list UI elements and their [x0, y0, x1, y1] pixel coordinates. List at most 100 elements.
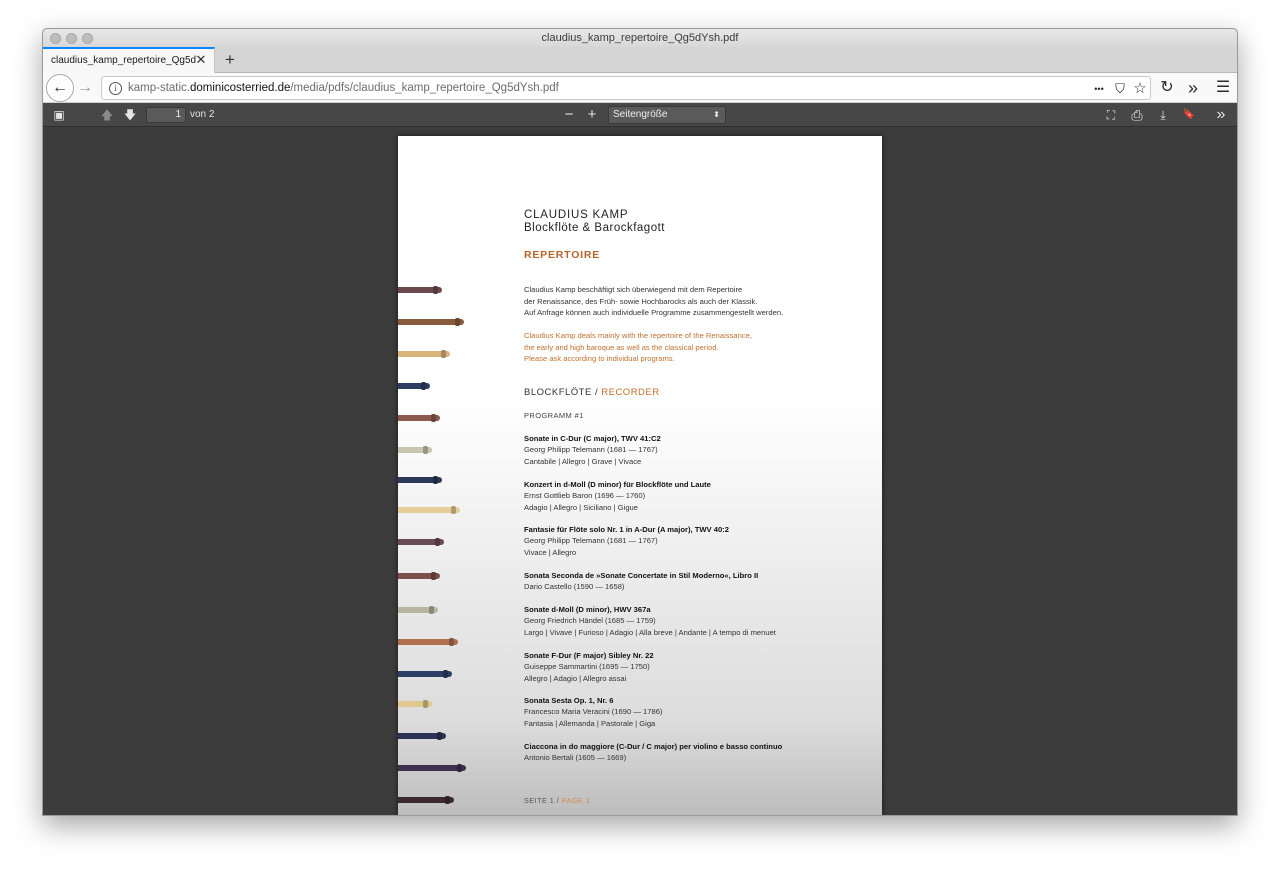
url-bar[interactable]: i kamp-static.dominicosterried.de/media/…	[101, 76, 1151, 100]
close-tab-icon[interactable]: ✕	[194, 52, 208, 68]
document-heading: REPERTOIRE	[524, 249, 601, 261]
work-entry: Sonate in C-Dur (C major), TWV 41:C2 Geo…	[524, 433, 661, 467]
work-composer: Guiseppe Sammartini (1695 — 1750)	[524, 662, 650, 672]
intro-german-line: Claudius Kamp beschäftigt sich überwiege…	[524, 285, 743, 294]
page-number-input[interactable]: 1	[146, 107, 186, 123]
tools-icon[interactable]: »	[1211, 106, 1231, 124]
bookmark-star-icon[interactable]: ☆	[1130, 80, 1150, 98]
recorder-illustration	[398, 507, 460, 513]
zoom-out-button[interactable]: −	[559, 106, 579, 124]
intro-german-line: Auf Anfrage können auch individuelle Pro…	[524, 308, 784, 317]
intro-english-line: the early and high baroque as well as th…	[524, 342, 719, 352]
window-title: claudius_kamp_repertoire_Qg5dYsh.pdf	[541, 32, 739, 44]
work-title: Sonate d-Moll (D minor), HWV 367a	[524, 605, 651, 614]
new-tab-button[interactable]: +	[219, 49, 241, 71]
zoom-select[interactable]: Seitengröße ⬍	[608, 106, 726, 124]
work-composer: Georg Friedrich Händel (1685 — 1759)	[524, 616, 656, 626]
recorder-illustration	[398, 701, 432, 707]
zoom-value: Seitengröße	[613, 109, 668, 120]
url-domain: dominicosterried.de	[190, 82, 291, 94]
recorder-illustration	[398, 765, 466, 771]
work-movements: Vivace | Allegro	[524, 547, 577, 557]
work-title: Ciaccona in do maggiore (C-Dur / C major…	[524, 742, 783, 751]
forward-button[interactable]: →	[73, 76, 97, 100]
title-bar: claudius_kamp_repertoire_Qg5dYsh.pdf	[43, 29, 1237, 49]
work-movements: Largo | Vivave | Furioso | Adagio | Alla…	[524, 627, 776, 637]
recorder-illustration	[398, 573, 440, 579]
work-composer: Ernst Gottlieb Baron (1696 — 1760)	[524, 491, 646, 501]
intro-german: Claudius Kamp beschäftigt sich überwiege…	[524, 284, 783, 319]
section-heading-en: RECORDER	[601, 387, 660, 398]
select-arrows-icon: ⬍	[713, 110, 720, 119]
url-path: /media/pdfs/claudius_kamp_repertoire_Qg5…	[290, 82, 559, 94]
intro-english: Claudius Kamp deals mainly with the repe…	[524, 330, 752, 365]
download-icon[interactable]: ⤓	[1153, 106, 1173, 124]
url-text[interactable]: kamp-static.dominicosterried.de/media/pd…	[128, 82, 559, 94]
work-movements: Adagio | Allegro | Siciliano | Gigue	[524, 502, 638, 512]
previous-page-button[interactable]: 🡅	[97, 106, 117, 124]
document-subtitle: Blockflöte & Barockfagott	[524, 222, 665, 234]
work-composer: Georg Philipp Telemann (1681 — 1767)	[524, 536, 658, 546]
page-footer-de: SEITE 1 /	[524, 796, 562, 805]
recorder-illustration	[398, 383, 430, 389]
tab-pdf[interactable]: claudius_kamp_repertoire_Qg5dYsh.pdf ✕	[43, 47, 215, 73]
recorder-illustration	[398, 607, 438, 613]
section-heading-de: BLOCKFLÖTE /	[524, 387, 602, 398]
page-actions-icon[interactable]: •••	[1088, 80, 1110, 98]
intro-german-line: der Renaissance, des Früh- sowie Hochbar…	[524, 296, 758, 306]
pocket-icon[interactable]: ⛉	[1110, 80, 1130, 98]
navigation-bar: ← → i kamp-static.dominicosterried.de/me…	[43, 73, 1237, 103]
work-title: Sonate F-Dur (F major) Sibley Nr. 22	[524, 651, 654, 660]
recorder-illustration	[398, 477, 442, 483]
work-entry: Sonate F-Dur (F major) Sibley Nr. 22 Gui…	[524, 650, 654, 684]
work-entry: Sonate d-Moll (D minor), HWV 367a Georg …	[524, 604, 776, 638]
recorder-illustration	[398, 351, 450, 357]
tab-label: claudius_kamp_repertoire_Qg5dYsh.pdf	[51, 55, 197, 66]
work-movements: Cantabile | Allegro | Grave | Vivace	[524, 456, 642, 466]
program-label: PROGRAMM #1	[524, 411, 584, 420]
work-title: Sonata Sesta Op. 1, Nr. 6	[524, 696, 614, 705]
presentation-mode-icon[interactable]: ⛶	[1101, 106, 1121, 124]
pdf-viewer[interactable]: CLAUDIUS KAMP Blockflöte & Barockfagott …	[43, 127, 1237, 815]
work-composer: Antonio Bertali (1605 — 1669)	[524, 753, 627, 763]
sidebar-toggle-icon[interactable]: ▣	[49, 106, 69, 124]
work-title: Fantasie für Flöte solo Nr. 1 in A-Dur (…	[524, 525, 729, 534]
info-icon[interactable]: i	[109, 82, 122, 95]
work-entry: Fantasie für Flöte solo Nr. 1 in A-Dur (…	[524, 524, 729, 558]
work-entry: Ciaccona in do maggiore (C-Dur / C major…	[524, 741, 782, 764]
pdf-page: CLAUDIUS KAMP Blockflöte & Barockfagott …	[398, 136, 882, 815]
work-composer: Francesco Maria Veracini (1690 — 1786)	[524, 707, 663, 717]
recorder-illustration	[398, 733, 446, 739]
recorder-illustration	[398, 797, 454, 803]
pdf-toolbar: ▣ 🡅 🡇 1 von 2 − + Seitengröße ⬍ ⛶ ⎙ ⤓ 🔖 …	[43, 103, 1237, 127]
page-count: von 2	[190, 109, 215, 120]
back-button[interactable]: ←	[46, 74, 74, 102]
bookmark-icon[interactable]: 🔖	[1179, 106, 1199, 124]
work-title: Sonata Seconda de »Sonate Concertate in …	[524, 571, 759, 580]
intro-english-line: Claudius Kamp deals mainly with the repe…	[524, 331, 752, 340]
work-entry: Konzert in d-Moll (D minor) für Blockflö…	[524, 479, 711, 513]
reload-button[interactable]: ↻	[1155, 76, 1179, 100]
recorder-illustration	[398, 415, 440, 421]
hamburger-menu-button[interactable]: ☰	[1211, 76, 1235, 100]
url-prefix: kamp-static.	[128, 82, 190, 94]
work-composer: Georg Philipp Telemann (1681 — 1767)	[524, 445, 658, 455]
recorder-illustration	[398, 447, 432, 453]
recorder-illustration	[398, 639, 458, 645]
section-heading: BLOCKFLÖTE / RECORDER	[524, 387, 660, 398]
page-footer: SEITE 1 / PAGE 1	[524, 796, 590, 805]
work-title: Sonate in C-Dur (C major), TWV 41:C2	[524, 434, 661, 443]
next-page-button[interactable]: 🡇	[120, 106, 140, 124]
page-footer-en: PAGE 1	[561, 796, 591, 805]
work-entry: Sonata Sesta Op. 1, Nr. 6 Francesco Mari…	[524, 695, 662, 729]
browser-window: claudius_kamp_repertoire_Qg5dYsh.pdf cla…	[42, 28, 1238, 816]
work-entry: Sonata Seconda de »Sonate Concertate in …	[524, 570, 758, 593]
overflow-menu-button[interactable]: »	[1181, 76, 1205, 100]
print-icon[interactable]: ⎙	[1127, 106, 1147, 124]
zoom-in-button[interactable]: +	[582, 106, 602, 124]
tab-strip: claudius_kamp_repertoire_Qg5dYsh.pdf ✕ +	[43, 47, 1237, 73]
recorder-illustration	[398, 319, 464, 325]
work-title: Konzert in d-Moll (D minor) für Blockflö…	[524, 480, 711, 489]
work-movements: Fantasia | Allemanda | Pastorale | Giga	[524, 718, 656, 728]
intro-english-line: Please ask according to individual progr…	[524, 354, 675, 363]
